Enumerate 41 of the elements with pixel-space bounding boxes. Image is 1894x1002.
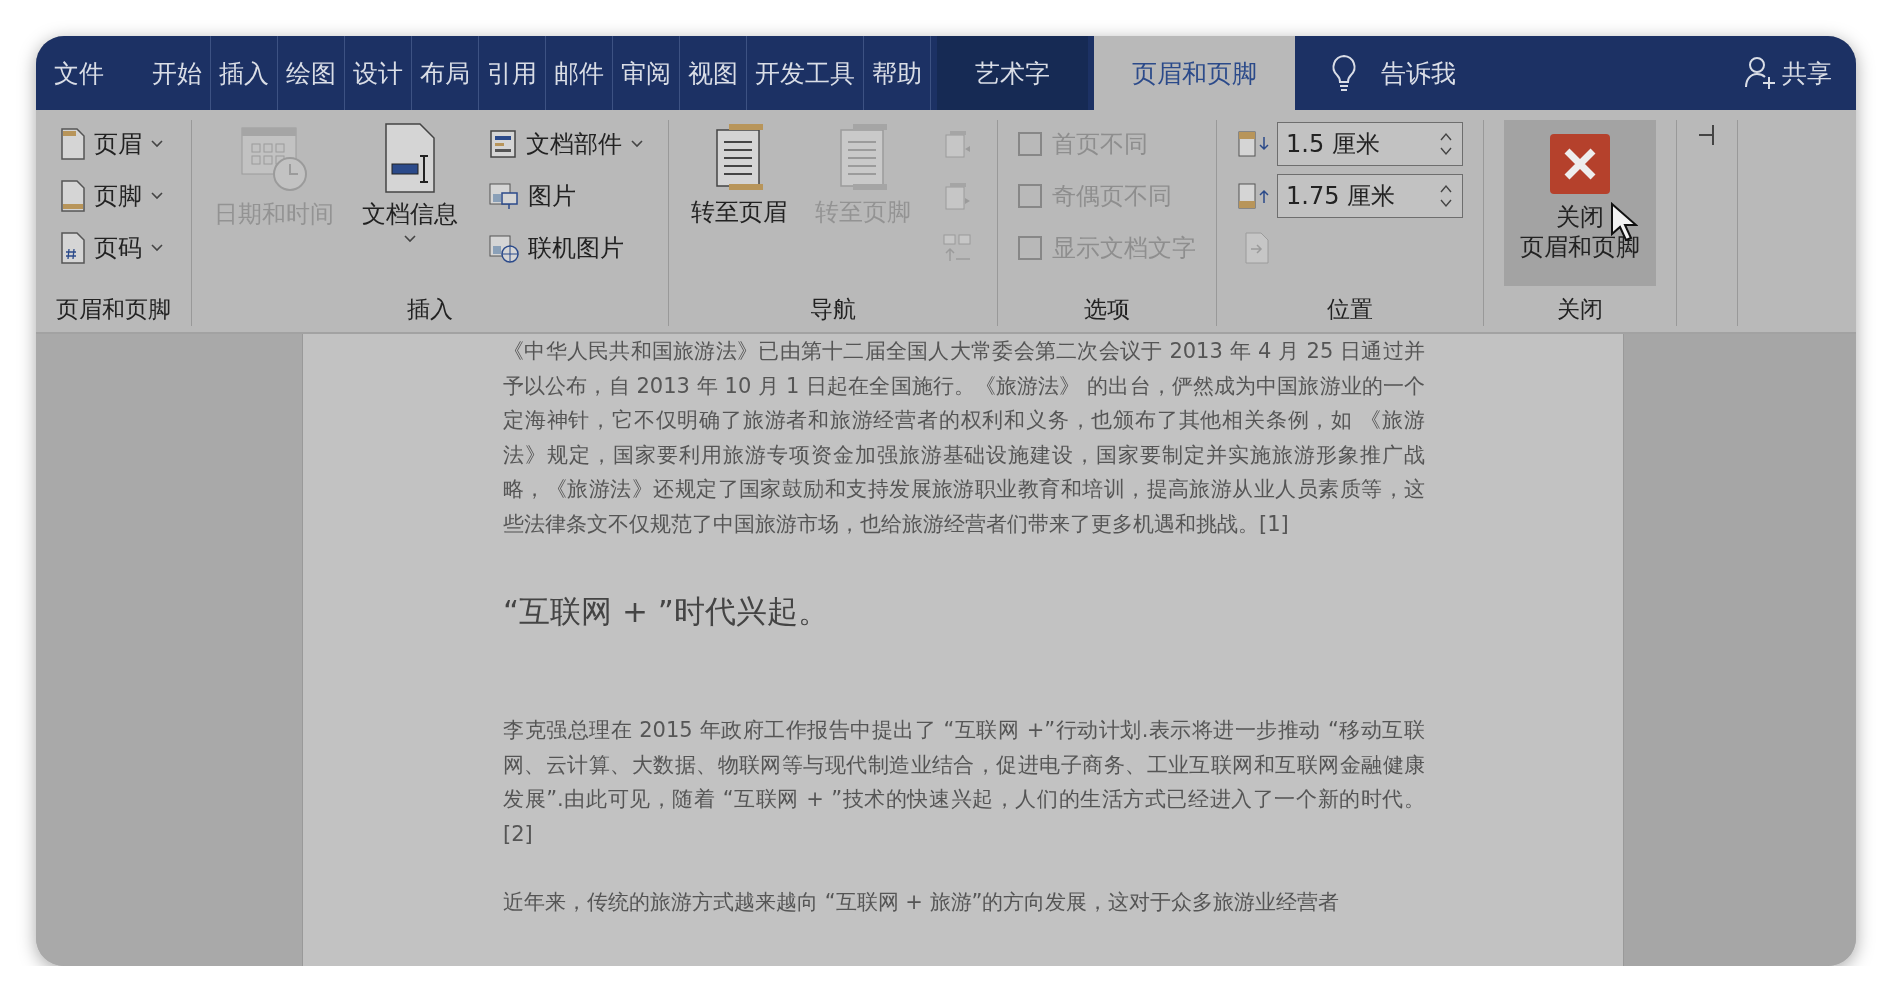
ribbon-button[interactable]: 文档部件 — [484, 120, 648, 168]
next-section-icon — [943, 181, 971, 211]
page-footer-icon — [60, 180, 86, 212]
page-header-icon — [60, 128, 86, 160]
ribbon-button[interactable]: 联机图片 — [484, 224, 648, 272]
group-label: 选项 — [1083, 295, 1131, 324]
group-label: 关闭 — [1556, 295, 1604, 324]
document-paragraph: 近年来，传统的旅游方式越来越向 “互联网 + 旅游”的方向发展，这对于众多旅游业经营者 — [503, 889, 1341, 916]
group-label: 导航 — [809, 295, 857, 324]
footer-position-icon — [1237, 181, 1271, 211]
ribbon-button[interactable]: 页脚 — [56, 172, 168, 220]
ribbon-button[interactable]: 页眉 — [56, 120, 168, 168]
header-position-icon — [1237, 129, 1271, 159]
picture-icon — [488, 181, 520, 211]
ribbon-button[interactable]: 图片 — [484, 172, 648, 220]
spinner-field[interactable]: 1.5 厘米 — [1277, 122, 1463, 166]
spinner-field[interactable]: 1.75 厘米 — [1277, 174, 1463, 218]
quick-parts-icon — [488, 129, 518, 159]
close-header-footer-button[interactable]: 关闭 页眉和页脚 — [1504, 120, 1656, 286]
alignment-tab-icon — [1244, 232, 1270, 264]
group-label: 位置 — [1326, 295, 1374, 324]
document-heading: “互联网 + ”时代兴起。 — [503, 592, 830, 631]
link-to-previous-icon — [942, 233, 972, 263]
ribbon-tab[interactable]: 文件 — [44, 36, 144, 110]
group-label: 页眉和页脚 — [56, 295, 171, 324]
close-icon — [1550, 134, 1610, 194]
lightbulb-icon — [1329, 53, 1359, 93]
person-add-icon — [1744, 55, 1776, 91]
ribbon-large-button[interactable]: 文档信息 — [360, 120, 460, 246]
ribbon-tab[interactable]: 艺术字 — [937, 36, 1088, 110]
document-paragraph: 《中华人民共和国旅游法》已由第十二届全国人大常委会第二次会议于 2013 年 4 月 25 日通过并予以公布，自 2013 年 10 月 1 日起在全国施行。《旅游法》 的出台，俨然成为中国旅游业的一个定海神针，它不仅明确了旅游者和旅游经营者的权利和义务，也颁布了其他相关条例，如 《旅游法》规定，国家要利用旅游专项资金加强旅游基础设施建设，国家要制定并实施旅游形象推广战略，《旅游法》还规定了国家鼓励和支持发展旅游职业教育和培训，提高旅游从业人员素质等，这些法律条文不仅规范了中国旅游市场，也给旅游经营者们带来了更多机遇和挑战。[1] — [503, 338, 1425, 538]
tell-me-field[interactable]: 告诉我 — [1381, 56, 1456, 90]
ribbon-large-button[interactable]: 转至页眉 — [689, 120, 789, 230]
ribbon-tab[interactable]: 页眉和页脚 — [1094, 36, 1295, 110]
previous-section-icon — [943, 129, 971, 159]
group-label: 插入 — [406, 295, 454, 324]
document-paragraph: 李克强总理在 2015 年政府工作报告中提出了 “互联网 +”行动计划.表示将进一步推动 “移动互联网、云计算、大数据、物联网等与现代制造业结合，促进电子商务、工业互联网和互联网金融健康发展”.由此可见，随着 “互联网 + ”技术的快速兴起，人们的生活方式已经进入了一个新的时代。[2] — [503, 717, 1425, 848]
share-button[interactable]: 共享 — [1782, 56, 1832, 90]
page-number-icon — [60, 232, 86, 264]
ribbon-button[interactable]: 页码 — [56, 224, 168, 272]
online-picture-icon — [488, 233, 520, 263]
